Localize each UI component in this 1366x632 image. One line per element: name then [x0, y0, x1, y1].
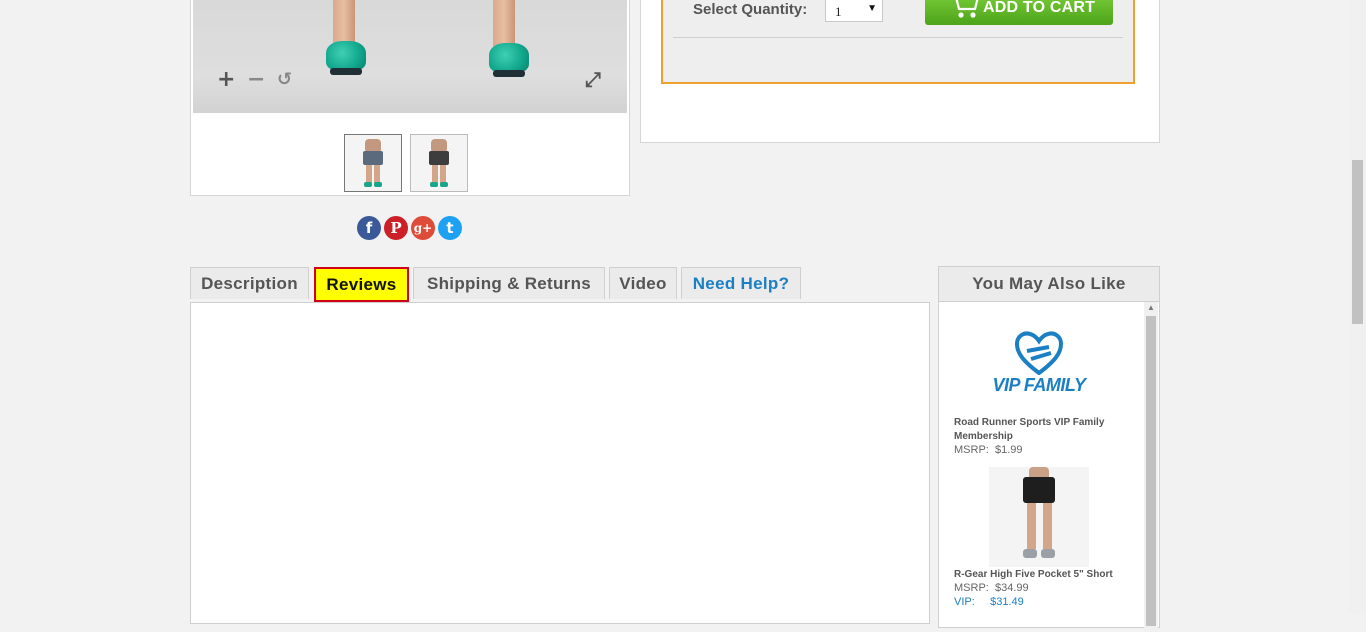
product-image-short[interactable] [989, 467, 1089, 567]
add-to-cart-label: ADD TO CART [983, 0, 1096, 16]
vip-heart-logo-icon [1015, 331, 1063, 375]
you-may-also-like-title: You May Also Like [939, 267, 1159, 302]
scroll-up-icon[interactable]: ▲ [1146, 302, 1156, 314]
page-scroll-thumb[interactable] [1352, 160, 1363, 324]
zoom-out-icon[interactable]: − [247, 67, 265, 92]
zoom-in-icon[interactable]: + [217, 67, 235, 92]
msrp-price: MSRP: $1.99 [954, 444, 1023, 456]
tab-video[interactable]: Video [609, 267, 677, 299]
product-image-panel: + − ↺ ⤢ [190, 0, 630, 196]
quantity-select[interactable]: 1 ▼ [825, 0, 883, 22]
ymal-scrollbar[interactable]: ▲ [1144, 302, 1158, 632]
chevron-down-icon: ▼ [867, 3, 877, 14]
page-scrollbar[interactable] [1349, 0, 1366, 613]
thumbnail-2[interactable] [410, 134, 468, 192]
quantity-label: Select Quantity: [693, 1, 808, 18]
you-may-also-like-panel: You May Also Like VIP FAMILY Road Runner… [938, 266, 1160, 632]
product-name-short[interactable]: R-Gear High Five Pocket 5" Short [954, 568, 1134, 582]
product-name-vip-membership[interactable]: Road Runner Sports VIP Family Membership [954, 416, 1134, 444]
ymal-scroll-thumb[interactable] [1146, 316, 1156, 626]
twitter-icon[interactable]: t [438, 216, 462, 240]
tab-need-help[interactable]: Need Help? [681, 267, 801, 299]
reset-zoom-icon[interactable]: ↺ [277, 69, 292, 90]
pinterest-icon[interactable]: P [384, 216, 408, 240]
msrp-price: MSRP: $34.99 [954, 582, 1029, 594]
fullscreen-icon[interactable]: ⤢ [585, 67, 601, 91]
google-plus-icon[interactable]: g+ [411, 216, 435, 240]
reviews-content-panel [190, 302, 930, 624]
right-shoe-image [489, 43, 529, 77]
purchase-panel: Select Quantity: 1 ▼ ADD TO CART [640, 0, 1160, 143]
facebook-icon[interactable]: f [357, 216, 381, 240]
thumbnail-1[interactable] [344, 134, 402, 192]
purchase-options-box: Select Quantity: 1 ▼ ADD TO CART [661, 0, 1135, 84]
left-shoe-image [326, 41, 366, 75]
vip-family-logo-text: VIP FAMILY [992, 375, 1086, 395]
tab-description[interactable]: Description [190, 267, 309, 299]
tab-shipping-returns[interactable]: Shipping & Returns [413, 267, 605, 299]
vip-price: VIP: $31.49 [954, 596, 1024, 608]
divider [673, 37, 1123, 38]
quantity-value: 1 [835, 4, 842, 19]
cart-icon [955, 0, 979, 18]
product-main-photo[interactable]: + − ↺ ⤢ [193, 0, 627, 113]
add-to-cart-button[interactable]: ADD TO CART [925, 0, 1113, 25]
vip-family-logo[interactable]: VIP FAMILY [989, 331, 1089, 399]
tab-reviews[interactable]: Reviews [314, 267, 409, 302]
